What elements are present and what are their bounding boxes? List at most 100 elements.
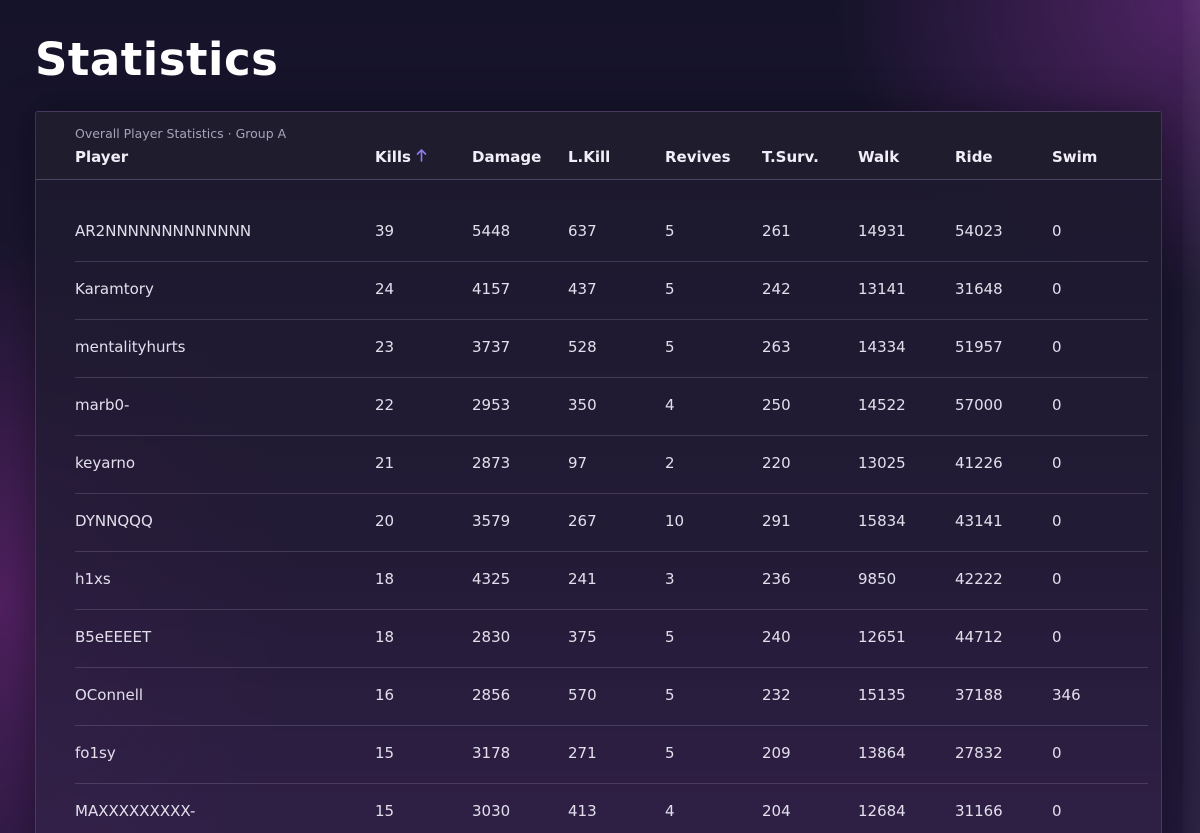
cell-ride: 54023	[955, 222, 1003, 240]
cell-swim: 0	[1052, 570, 1062, 588]
column-header-damage-label: Damage	[472, 148, 542, 166]
cell-player: keyarno	[75, 454, 136, 472]
column-header-revives-label: Revives	[665, 148, 731, 166]
cell-revives: 5	[665, 280, 675, 298]
table-row[interactable]: DYNNQQQ 20 3579 267 10 291 15834 43141 0	[36, 494, 1148, 552]
cell-revives: 5	[665, 222, 675, 240]
cell-swim: 0	[1052, 512, 1062, 530]
column-header-revives[interactable]: Revives	[665, 148, 731, 166]
column-header-ride[interactable]: Ride	[955, 148, 993, 166]
column-header-kills-label: Kills	[375, 148, 411, 166]
cell-tsurv: 291	[762, 512, 791, 530]
table-row[interactable]: mentalityhurts 23 3737 528 5 263 14334 51957 0	[36, 320, 1148, 378]
cell-damage: 3178	[472, 744, 511, 762]
column-header-tsurv-label: T.Surv.	[762, 148, 819, 166]
column-header-lkill[interactable]: L.Kill	[568, 148, 610, 166]
cell-player: MAXXXXXXXXX-	[75, 802, 196, 820]
cell-ride: 31166	[955, 802, 1003, 820]
column-header-player-label: Player	[75, 148, 129, 166]
cell-lkill: 637	[568, 222, 597, 240]
cell-tsurv: 250	[762, 396, 791, 414]
cell-player: marb0-	[75, 396, 130, 414]
cell-damage: 3030	[472, 802, 511, 820]
cell-revives: 2	[665, 454, 675, 472]
cell-player: OConnell	[75, 686, 144, 704]
cell-walk: 9850	[858, 570, 897, 588]
cell-walk: 14334	[858, 338, 906, 356]
cell-kills: 18	[375, 570, 395, 588]
cell-swim: 0	[1052, 744, 1062, 762]
column-header-damage[interactable]: Damage	[472, 148, 541, 166]
cell-lkill: 271	[568, 744, 597, 762]
cell-player: mentalityhurts	[75, 338, 186, 356]
cell-swim: 0	[1052, 280, 1062, 298]
cell-revives: 3	[665, 570, 675, 588]
cell-walk: 13025	[858, 454, 906, 472]
cell-kills: 16	[375, 686, 395, 704]
cell-lkill: 267	[568, 512, 597, 530]
cell-lkill: 570	[568, 686, 597, 704]
cell-swim: 0	[1052, 454, 1062, 472]
cell-walk: 14522	[858, 396, 906, 414]
cell-kills: 22	[375, 396, 395, 414]
arrow-up-icon	[416, 148, 427, 166]
cell-ride: 27832	[955, 744, 1003, 762]
cell-revives: 5	[665, 744, 675, 762]
cell-tsurv: 240	[762, 628, 791, 646]
cell-kills: 15	[375, 744, 395, 762]
cell-tsurv: 261	[762, 222, 791, 240]
cell-damage: 2873	[472, 454, 511, 472]
table-row[interactable]: AR2NNNNNNNNNNNNN 39 5448 637 5 261 14931 54023 0	[36, 204, 1148, 262]
cell-tsurv: 242	[762, 280, 791, 298]
column-header-player[interactable]: Player	[75, 148, 128, 166]
cell-lkill: 437	[568, 280, 597, 298]
cell-walk: 15135	[858, 686, 906, 704]
column-header-swim[interactable]: Swim	[1052, 148, 1097, 166]
cell-tsurv: 232	[762, 686, 791, 704]
cell-kills: 15	[375, 802, 395, 820]
cell-damage: 2953	[472, 396, 511, 414]
cell-lkill: 97	[568, 454, 588, 472]
table-row[interactable]: Karamtory 24 4157 437 5 242 13141 31648 0	[36, 262, 1148, 320]
cell-damage: 2830	[472, 628, 511, 646]
cell-swim: 346	[1052, 686, 1081, 704]
column-header-walk[interactable]: Walk	[858, 148, 899, 166]
table-row[interactable]: B5eEEEET 18 2830 375 5 240 12651 44712 0	[36, 610, 1148, 668]
column-header-tsurv[interactable]: T.Surv.	[762, 148, 819, 166]
cell-kills: 18	[375, 628, 395, 646]
cell-revives: 10	[665, 512, 685, 530]
cell-walk: 12684	[858, 802, 906, 820]
cell-player: h1xs	[75, 570, 111, 588]
table-row[interactable]: fo1sy 15 3178 271 5 209 13864 27832 0	[36, 726, 1148, 784]
cell-kills: 24	[375, 280, 395, 298]
cell-walk: 13141	[858, 280, 906, 298]
cell-kills: 21	[375, 454, 395, 472]
cell-ride: 44712	[955, 628, 1003, 646]
cell-revives: 5	[665, 686, 675, 704]
cell-lkill: 350	[568, 396, 597, 414]
cell-lkill: 413	[568, 802, 597, 820]
table-row[interactable]: h1xs 18 4325 241 3 236 9850 42222 0	[36, 552, 1148, 610]
table-caption: Overall Player Statistics · Group A	[75, 126, 287, 141]
cell-tsurv: 263	[762, 338, 791, 356]
cell-ride: 43141	[955, 512, 1003, 530]
cell-player: B5eEEEET	[75, 628, 152, 646]
column-header-lkill-label: L.Kill	[568, 148, 611, 166]
cell-ride: 41226	[955, 454, 1003, 472]
cell-damage: 4157	[472, 280, 511, 298]
table-row[interactable]: MAXXXXXXXXX- 15 3030 413 4 204 12684 31166 0	[36, 784, 1148, 833]
table-row[interactable]: marb0- 22 2953 350 4 250 14522 57000 0	[36, 378, 1148, 436]
cell-revives: 4	[665, 802, 675, 820]
column-header-kills[interactable]: Kills	[375, 148, 427, 166]
cell-kills: 39	[375, 222, 395, 240]
cell-walk: 15834	[858, 512, 906, 530]
column-header-walk-label: Walk	[858, 148, 900, 166]
cell-swim: 0	[1052, 396, 1062, 414]
cell-damage: 3579	[472, 512, 511, 530]
cell-ride: 31648	[955, 280, 1003, 298]
cell-player: AR2NNNNNNNNNNNNN	[75, 222, 252, 240]
table-row[interactable]: OConnell 16 2856 570 5 232 15135 37188 346	[36, 668, 1148, 726]
cell-revives: 4	[665, 396, 675, 414]
table-row[interactable]: keyarno 21 2873 97 2 220 13025 41226 0	[36, 436, 1148, 494]
cell-walk: 12651	[858, 628, 906, 646]
